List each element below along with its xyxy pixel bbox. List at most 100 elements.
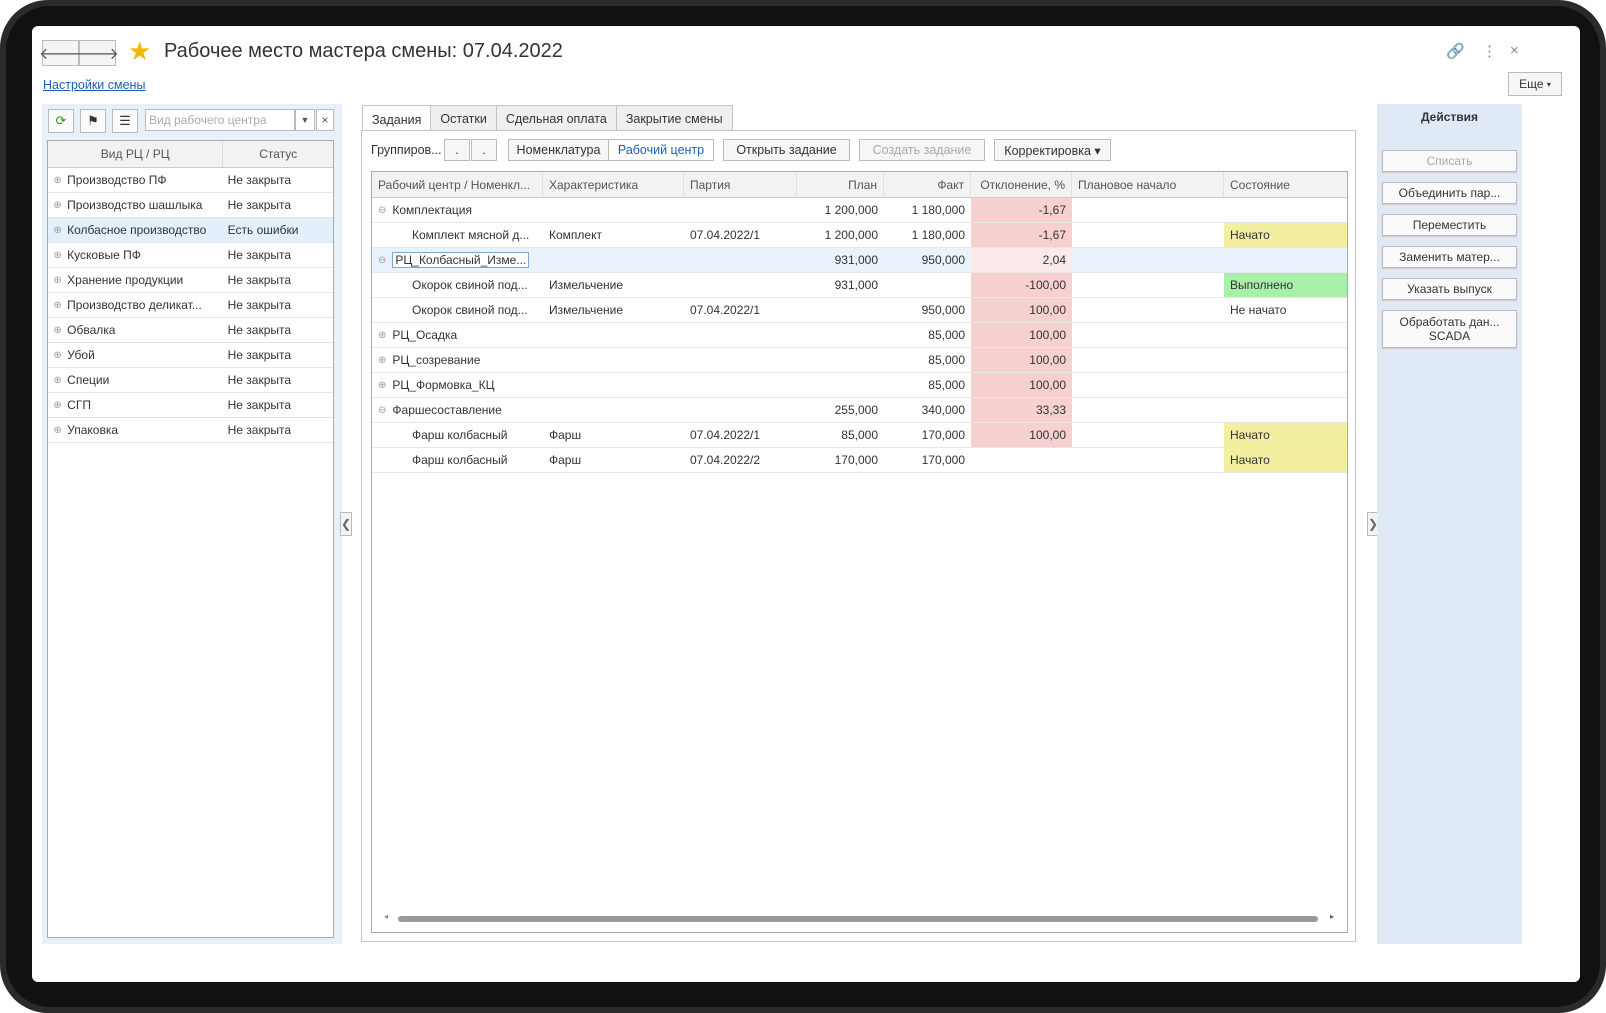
flag-button[interactable]: ⚑	[80, 109, 106, 133]
plan-start-cell	[1072, 223, 1224, 247]
col-characteristic[interactable]: Характеристика	[543, 172, 684, 197]
workcenter-row[interactable]: ⊕ Упаковка Не закрыта	[48, 418, 333, 443]
expand-icon[interactable]: ⊕	[48, 225, 67, 236]
column-header-status[interactable]: Статус	[223, 141, 333, 167]
column-header-name[interactable]: Вид РЦ / РЦ	[48, 141, 224, 167]
col-plan[interactable]: План	[797, 172, 884, 197]
deviation-cell: 100,00	[971, 373, 1072, 397]
nomenclature-button[interactable]: Номенклатура	[508, 139, 609, 161]
favorite-star-icon[interactable]: ★	[128, 36, 151, 67]
workcenter-row[interactable]: ⊕ Производство деликат... Не закрыта	[48, 293, 333, 318]
workcenter-row[interactable]: ⊕ Колбасное производство Есть ошибки	[48, 218, 333, 243]
batch-cell: 07.04.2022/1	[690, 228, 761, 242]
link-icon[interactable]: 🔗	[1446, 42, 1465, 60]
col-state[interactable]: Состояние	[1224, 172, 1347, 197]
group-button-2[interactable]: .	[471, 139, 497, 161]
move-button[interactable]: Переместить	[1382, 214, 1517, 236]
group-row[interactable]: ⊕ РЦ_Осадка 85,000 100,00	[372, 323, 1347, 348]
group-button-1[interactable]: .	[444, 139, 470, 161]
plan-start-cell	[1072, 248, 1224, 272]
group-row[interactable]: ⊕ РЦ_созревание 85,000 100,00	[372, 348, 1347, 373]
task-row[interactable]: Фарш колбасный Фарш 07.04.2022/2 170,000 170…	[372, 448, 1347, 473]
workcenter-row[interactable]: ⊕ Производство шашлыка Не закрыта	[48, 193, 333, 218]
open-task-button[interactable]: Открыть задание	[723, 139, 850, 161]
merge-batches-button[interactable]: Объединить пар...	[1382, 182, 1517, 204]
correction-dropdown[interactable]: Корректировка ▾	[994, 139, 1111, 161]
collapse-icon[interactable]: ⊖	[378, 255, 386, 266]
deviation-cell: 100,00	[971, 323, 1072, 347]
tab-remains[interactable]: Остатки	[430, 105, 497, 131]
workcenter-row[interactable]: ⊕ Обвалка Не закрыта	[48, 318, 333, 343]
group-row[interactable]: ⊖ РЦ_Колбасный_Изме... 931,000 950,000 2,04	[372, 248, 1347, 273]
task-row[interactable]: Окорок свиной под... Измельчение 931,000 -1…	[372, 273, 1347, 298]
workcenter-row[interactable]: ⊕ Специи Не закрыта	[48, 368, 333, 393]
tab-shift-closing[interactable]: Закрытие смены	[615, 105, 733, 131]
deviation-cell: 100,00	[971, 348, 1072, 372]
expand-icon[interactable]: ⊕	[48, 400, 67, 411]
expand-icon[interactable]: ⊕	[48, 425, 67, 436]
expand-icon[interactable]: ⊕	[48, 200, 67, 211]
task-row[interactable]: Комплект мясной д... Комплект 07.04.2022/1…	[372, 223, 1347, 248]
workcenter-button[interactable]: Рабочий центр	[608, 139, 714, 161]
expand-icon[interactable]: ⊕	[48, 375, 67, 386]
scroll-thumb[interactable]	[398, 916, 1318, 922]
expand-icon[interactable]: ⊕	[48, 275, 67, 286]
batch-cell	[684, 398, 797, 422]
expand-icon[interactable]: ⊕	[48, 300, 67, 311]
forward-button[interactable]: 🡒	[76, 40, 119, 66]
create-task-button[interactable]: Создать задание	[859, 139, 985, 161]
expand-icon[interactable]: ⊕	[48, 175, 67, 186]
tab-piecework[interactable]: Сдельная оплата	[495, 105, 617, 131]
deviation-cell: -100,00	[971, 273, 1072, 297]
workcenter-search-input[interactable]: Вид рабочего центра	[145, 109, 295, 131]
task-row[interactable]: Фарш колбасный Фарш 07.04.2022/1 85,000 170,…	[372, 423, 1347, 448]
list-button[interactable]: ☰	[112, 109, 138, 133]
expand-icon[interactable]: ⊕	[48, 325, 67, 336]
workcenter-row[interactable]: ⊕ СГП Не закрыта	[48, 393, 333, 418]
characteristic-cell	[543, 398, 684, 422]
group-row[interactable]: ⊕ РЦ_Формовка_КЦ 85,000 100,00	[372, 373, 1347, 398]
table-header: Вид РЦ / РЦ Статус	[48, 141, 333, 168]
replace-material-button[interactable]: Заменить матер...	[1382, 246, 1517, 268]
expand-icon[interactable]: ⊕	[48, 350, 67, 361]
group-row[interactable]: ⊖ Фаршесоставление 255,000 340,000 33,33	[372, 398, 1347, 423]
expand-icon[interactable]: ⊕	[378, 380, 386, 391]
scroll-right-icon[interactable]: ▸	[1330, 912, 1334, 921]
menu-dots-icon[interactable]: ⋮	[1482, 42, 1497, 60]
workcenter-row[interactable]: ⊕ Кусковые ПФ Не закрыта	[48, 243, 333, 268]
horizontal-scrollbar[interactable]: ◂ ▸	[384, 912, 1334, 923]
group-row[interactable]: ⊖ Комплектация 1 200,000 1 180,000 -1,67	[372, 198, 1347, 223]
col-plan-start[interactable]: Плановое начало	[1072, 172, 1224, 197]
col-workcenter[interactable]: Рабочий центр / Номенкл...	[372, 172, 543, 197]
workcenter-row[interactable]: ⊕ Убой Не закрыта	[48, 343, 333, 368]
characteristic-cell: Фарш	[549, 453, 582, 467]
deviation-cell: 33,33	[971, 398, 1072, 422]
row-name: Фаршесоставление	[392, 403, 502, 417]
more-button[interactable]: Еще ▾	[1508, 72, 1562, 96]
back-button[interactable]: 🡐	[39, 40, 82, 66]
collapse-icon[interactable]: ⊖	[378, 405, 386, 416]
workcenter-row[interactable]: ⊕ Хранение продукции Не закрыта	[48, 268, 333, 293]
settings-link[interactable]: Настройки смены	[43, 78, 145, 92]
expand-icon[interactable]: ⊕	[48, 250, 67, 261]
scroll-left-icon[interactable]: ◂	[384, 912, 388, 921]
search-clear-button[interactable]: ×	[316, 109, 334, 131]
refresh-button[interactable]: ⟳	[48, 109, 74, 133]
task-row[interactable]: Окорок свиной под... Измельчение 07.04.202…	[372, 298, 1347, 323]
write-off-button[interactable]: Списать	[1382, 150, 1517, 172]
process-scada-button[interactable]: Обработать дан... SCADA	[1382, 310, 1517, 348]
workcenter-row[interactable]: ⊕ Производство ПФ Не закрыта	[48, 168, 333, 193]
specify-output-button[interactable]: Указать выпуск	[1382, 278, 1517, 300]
collapse-icon[interactable]: ⊖	[378, 205, 386, 216]
search-dropdown-button[interactable]: ▼	[295, 109, 315, 131]
col-batch[interactable]: Партия	[684, 172, 797, 197]
tab-tasks[interactable]: Задания	[362, 105, 432, 133]
collapse-left-button[interactable]: ❮	[340, 512, 352, 536]
expand-icon[interactable]: ⊕	[378, 355, 386, 366]
col-fact[interactable]: Факт	[884, 172, 971, 197]
characteristic-cell: Измельчение	[549, 303, 624, 317]
expand-icon[interactable]: ⊕	[378, 330, 386, 341]
col-deviation[interactable]: Отклонение, %	[971, 172, 1072, 197]
workcenter-cell: Комплект мясной д...	[372, 223, 543, 247]
close-icon[interactable]: ×	[1510, 42, 1519, 59]
